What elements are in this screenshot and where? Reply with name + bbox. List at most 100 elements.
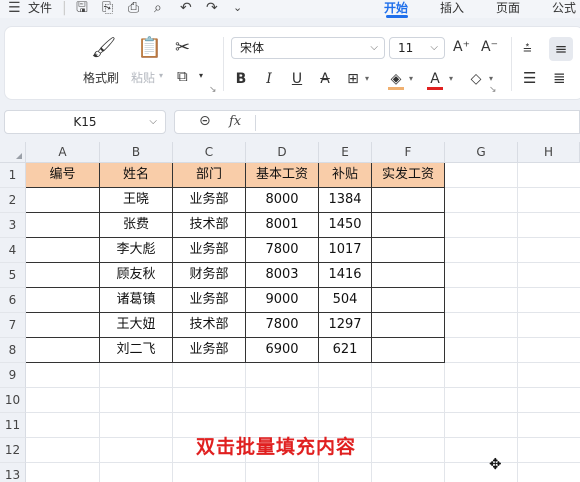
table-cell[interactable] [26,238,100,263]
row-header-3[interactable]: 3 [0,213,26,238]
font-name-select[interactable]: 宋体 ⌵ [231,37,385,59]
table-cell[interactable]: 业务部 [173,238,246,263]
table-cell[interactable]: 1017 [319,238,372,263]
table-header-cell[interactable]: 姓名 [100,163,173,188]
italic-icon[interactable]: I [261,69,277,89]
table-cell[interactable]: 621 [319,338,372,363]
table-cell[interactable]: 诸葛镇 [100,288,173,313]
table-cell[interactable] [372,313,445,338]
table-cell[interactable]: 顾友秋 [100,263,173,288]
column-header-g[interactable]: G [445,142,518,163]
table-cell[interactable] [372,288,445,313]
font-expand-icon[interactable]: ↘ [489,85,497,95]
table-cell[interactable]: 李大彪 [100,238,173,263]
row-header-13[interactable]: 13 [0,463,26,482]
column-header-f[interactable]: F [372,142,445,163]
tab-insert[interactable]: 插入 [440,0,464,18]
fill-color-chevron-icon[interactable]: ▾ [407,69,415,89]
table-cell[interactable]: 业务部 [173,288,246,313]
table-header-cell[interactable]: 补贴 [319,163,372,188]
row-header-10[interactable]: 10 [0,388,26,413]
format-painter-button[interactable]: 格式刷 [83,69,119,86]
table-cell[interactable]: 业务部 [173,338,246,363]
table-header-cell[interactable]: 基本工资 [246,163,319,188]
border-icon[interactable]: ⊞ [345,69,361,89]
table-cell[interactable] [372,213,445,238]
table-cell[interactable]: 技术部 [173,313,246,338]
formula-bar[interactable]: ⊝ fx [174,110,580,134]
table-header-cell[interactable]: 部门 [173,163,246,188]
strikethrough-icon[interactable]: A [317,69,333,89]
tab-formula[interactable]: 公式 [552,0,576,18]
name-box[interactable]: K15 ⌵ [4,110,166,134]
table-cell[interactable] [372,238,445,263]
redo-icon[interactable]: ↷ [206,0,218,18]
menu-icon[interactable]: ☰ [8,0,21,18]
column-header-h[interactable]: H [518,142,580,163]
table-cell[interactable] [26,338,100,363]
table-cell[interactable]: 1416 [319,263,372,288]
fill-color-icon[interactable]: ◈ [387,69,405,89]
row-header-2[interactable]: 2 [0,188,26,213]
tab-page[interactable]: 页面 [496,0,520,18]
table-cell[interactable]: 技术部 [173,213,246,238]
row-header-9[interactable]: 9 [0,363,26,388]
fx-icon[interactable]: fx [229,114,241,129]
export-icon[interactable]: ⎘ [102,0,113,18]
copy-icon[interactable]: ⧉ [177,67,188,85]
row-header-1[interactable]: 1 [0,163,26,188]
row-header-7[interactable]: 7 [0,313,26,338]
table-cell[interactable]: 7800 [246,313,319,338]
zoom-icon[interactable]: ⊝ [199,113,211,129]
align-top-icon[interactable]: ⩮ [523,39,532,57]
column-header-d[interactable]: D [246,142,319,163]
select-all-corner[interactable] [0,142,26,163]
row-header-8[interactable]: 8 [0,338,26,363]
align-center-icon[interactable]: ≣ [553,69,566,87]
border-chevron-icon[interactable]: ▾ [363,69,371,89]
table-cell[interactable]: 8001 [246,213,319,238]
row-header-11[interactable]: 11 [0,413,26,438]
table-cell[interactable]: 1384 [319,188,372,213]
column-header-c[interactable]: C [173,142,246,163]
table-cell[interactable]: 王晓 [100,188,173,213]
file-menu[interactable]: 文件 [28,0,52,18]
table-cell[interactable] [26,288,100,313]
column-header-b[interactable]: B [100,142,173,163]
font-color-icon[interactable]: A [427,69,443,89]
print-icon[interactable]: ⎙ [128,0,139,18]
table-header-cell[interactable]: 编号 [26,163,100,188]
table-cell[interactable]: 7800 [246,238,319,263]
table-cell[interactable] [26,213,100,238]
bold-icon[interactable]: B [233,69,249,89]
decrease-font-icon[interactable]: A⁻ [481,39,498,55]
align-left-icon[interactable]: ☰ [523,69,536,87]
table-cell[interactable] [372,338,445,363]
table-cell[interactable] [26,313,100,338]
table-header-cell[interactable]: 实发工资 [372,163,445,188]
clear-format-icon[interactable]: ◇ [467,69,485,89]
row-header-5[interactable]: 5 [0,263,26,288]
copy-chevron-icon[interactable]: ▾ [199,71,203,80]
table-cell[interactable] [26,188,100,213]
table-cell[interactable]: 9000 [246,288,319,313]
table-cell[interactable]: 1450 [319,213,372,238]
table-cell[interactable]: 8000 [246,188,319,213]
table-cell[interactable]: 刘二飞 [100,338,173,363]
row-header-6[interactable]: 6 [0,288,26,313]
spreadsheet-grid[interactable]: A B C D E F G H 1 2 3 4 5 6 7 8 9 10 11 12 13 编号 姓名 部门 基本工资 补贴 实发工… [0,142,580,482]
font-size-select[interactable]: 11 ⌵ [389,37,445,59]
underline-icon[interactable]: U [289,69,305,89]
quick-access-chevron-icon[interactable]: ⌄ [233,0,242,18]
clipboard-expand-icon[interactable]: ↘ [209,85,217,95]
table-cell[interactable]: 504 [319,288,372,313]
preview-icon[interactable]: ⌕ [154,0,162,18]
format-painter-icon[interactable]: 🖌 [91,35,116,59]
undo-icon[interactable]: ↶ [180,0,192,18]
font-color-chevron-icon[interactable]: ▾ [447,69,455,89]
row-header-4[interactable]: 4 [0,238,26,263]
table-cell[interactable] [372,188,445,213]
increase-font-icon[interactable]: A⁺ [453,39,470,55]
column-header-e[interactable]: E [319,142,372,163]
table-cell[interactable] [26,263,100,288]
